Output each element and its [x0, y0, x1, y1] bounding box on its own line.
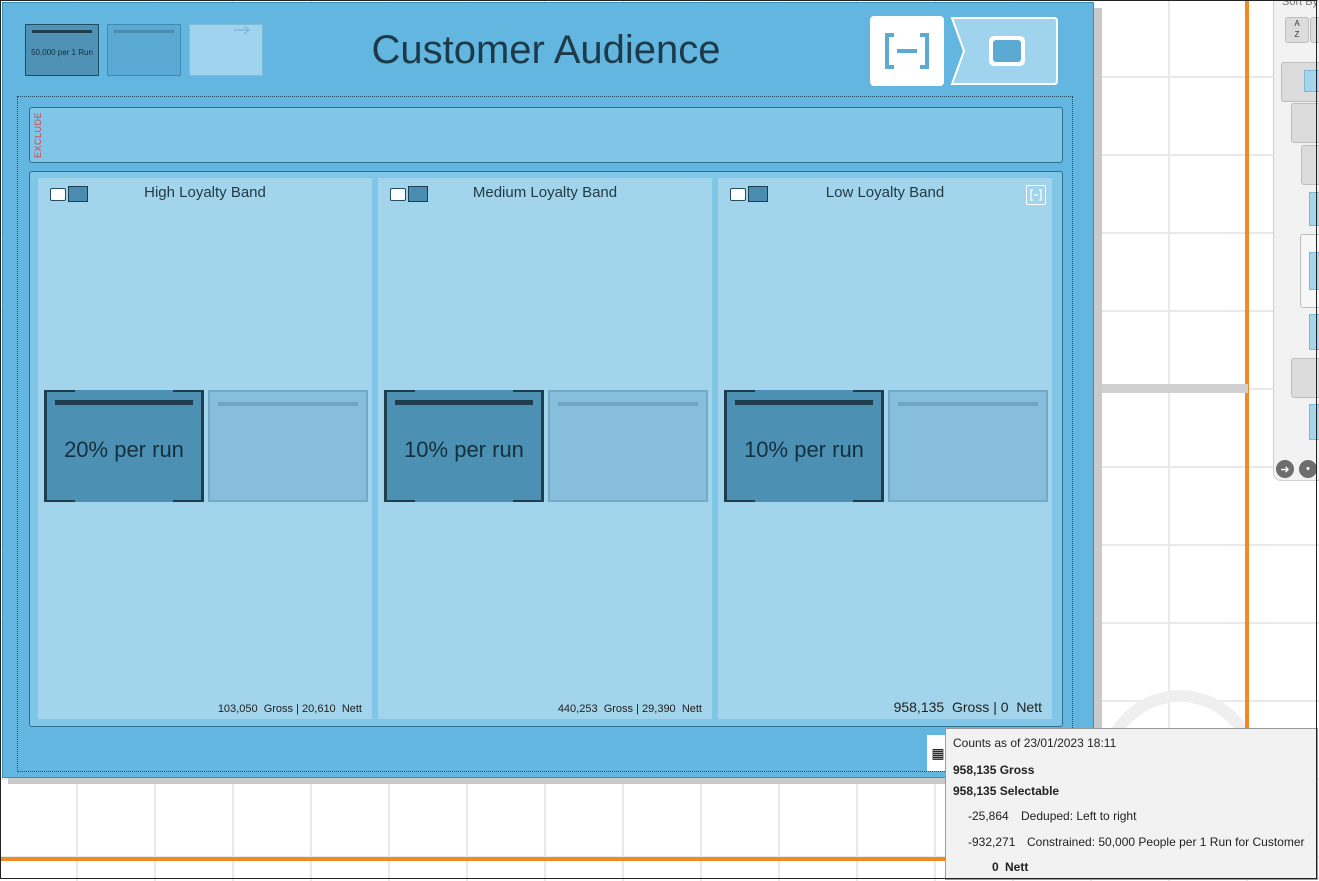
- nett-label: Nett: [1016, 699, 1042, 715]
- screen-icon: [950, 17, 1058, 85]
- run-empty-box[interactable]: [888, 390, 1048, 502]
- nett-value: 0: [992, 860, 999, 874]
- constrained-value: -932,271: [968, 835, 1016, 849]
- grey-connector: [1100, 384, 1248, 393]
- sort-az-button[interactable]: AZ: [1285, 17, 1309, 43]
- tree-chip-b[interactable]: [1309, 252, 1319, 290]
- exclude-label: EXCLUDE: [31, 110, 45, 160]
- pin-icon[interactable]: •: [1299, 460, 1317, 478]
- tooltip-selectable: 958,135 Selectable: [953, 784, 1060, 798]
- nett-label: Nett: [1005, 860, 1029, 874]
- band-title: Medium Loyalty Band: [472, 184, 618, 201]
- run-percentage: 10% per run: [744, 437, 864, 462]
- run-constraint-box[interactable]: 10% per run: [724, 390, 884, 502]
- run-bar: [558, 402, 698, 406]
- tree-chip-a[interactable]: [1309, 192, 1319, 226]
- tree-chip-c[interactable]: [1309, 314, 1319, 350]
- orange-connector-vertical: [1245, 0, 1249, 730]
- gross-count: 103,050: [217, 703, 258, 715]
- band-title: High Loyalty Band: [144, 184, 266, 201]
- nett-count: 20,610: [302, 703, 336, 715]
- screen-view-button[interactable]: [950, 16, 1058, 86]
- gross-label: Gross: [263, 703, 294, 715]
- band-low-loyalty[interactable]: Low Loyalty Band 10% per run 958,135 Gro…: [718, 178, 1052, 719]
- tree-node-4[interactable]: [1291, 358, 1319, 398]
- band-medium-loyalty[interactable]: Medium Loyalty Band 10% per run 440,253 …: [378, 178, 712, 719]
- band-counts: 958,135 Gross | 0 Nett: [893, 699, 1042, 715]
- run-percentage: 20% per run: [64, 437, 184, 462]
- gross-label: Gross: [603, 703, 634, 715]
- run-bar: [735, 400, 873, 405]
- bracket-icon: [885, 33, 929, 69]
- band-counts: 103,050 Gross | 20,610 Nett: [217, 703, 362, 715]
- band-title: Low Loyalty Band: [825, 184, 945, 201]
- exclude-text: EXCLUDE: [33, 111, 43, 158]
- nett-label: Nett: [681, 703, 702, 715]
- counts-tooltip: Counts as of 23/01/2023 18:11 958,135 Gr…: [945, 728, 1318, 880]
- deduped-label: Deduped: Left to right: [1021, 809, 1137, 823]
- gross-label: Gross: [951, 699, 990, 715]
- tree-node-1-chip: [1304, 70, 1319, 92]
- run-bar: [898, 402, 1038, 406]
- nett-count: 29,390: [642, 703, 676, 715]
- counts-timestamp: Counts as of 23/01/2023 18:11: [953, 736, 1117, 750]
- bracket-toggle-icon[interactable]: [1026, 185, 1046, 205]
- exclude-zone[interactable]: [29, 107, 1063, 163]
- run-bar: [395, 400, 533, 405]
- run-percentage: 10% per run: [404, 437, 524, 462]
- gross-count: 958,135: [893, 699, 945, 715]
- nett-label: Nett: [341, 703, 362, 715]
- tree-chip-d[interactable]: [1309, 404, 1319, 440]
- run-constraint-box[interactable]: 20% per run: [44, 390, 204, 502]
- run-bar: [55, 400, 193, 405]
- band-counts: 440,253 Gross | 29,390 Nett: [557, 703, 702, 715]
- run-empty-box[interactable]: [548, 390, 708, 502]
- orange-connector-horizontal: [0, 857, 946, 861]
- tree-node-3[interactable]: [1301, 145, 1319, 185]
- band-high-loyalty[interactable]: High Loyalty Band 20% per run 103,050 Gr…: [38, 178, 372, 719]
- sort-by-label: Sort By: [1282, 0, 1319, 8]
- constrained-label: Constrained: 50,000 People per 1 Run for…: [1027, 835, 1305, 849]
- arrow-right-icon[interactable]: ➜: [1276, 460, 1294, 478]
- tree-node-2[interactable]: [1291, 103, 1319, 143]
- nett-count: 0: [1000, 699, 1009, 715]
- run-constraint-box[interactable]: 10% per run: [384, 390, 544, 502]
- tooltip-gross: 958,135 Gross: [953, 763, 1035, 777]
- gross-count: 440,253: [557, 703, 598, 715]
- run-bar: [218, 402, 358, 406]
- bracket-view-button[interactable]: [870, 16, 944, 86]
- deduped-value: -25,864: [968, 809, 1009, 823]
- sort-option-button[interactable]: [1310, 17, 1319, 43]
- run-empty-box[interactable]: [208, 390, 368, 502]
